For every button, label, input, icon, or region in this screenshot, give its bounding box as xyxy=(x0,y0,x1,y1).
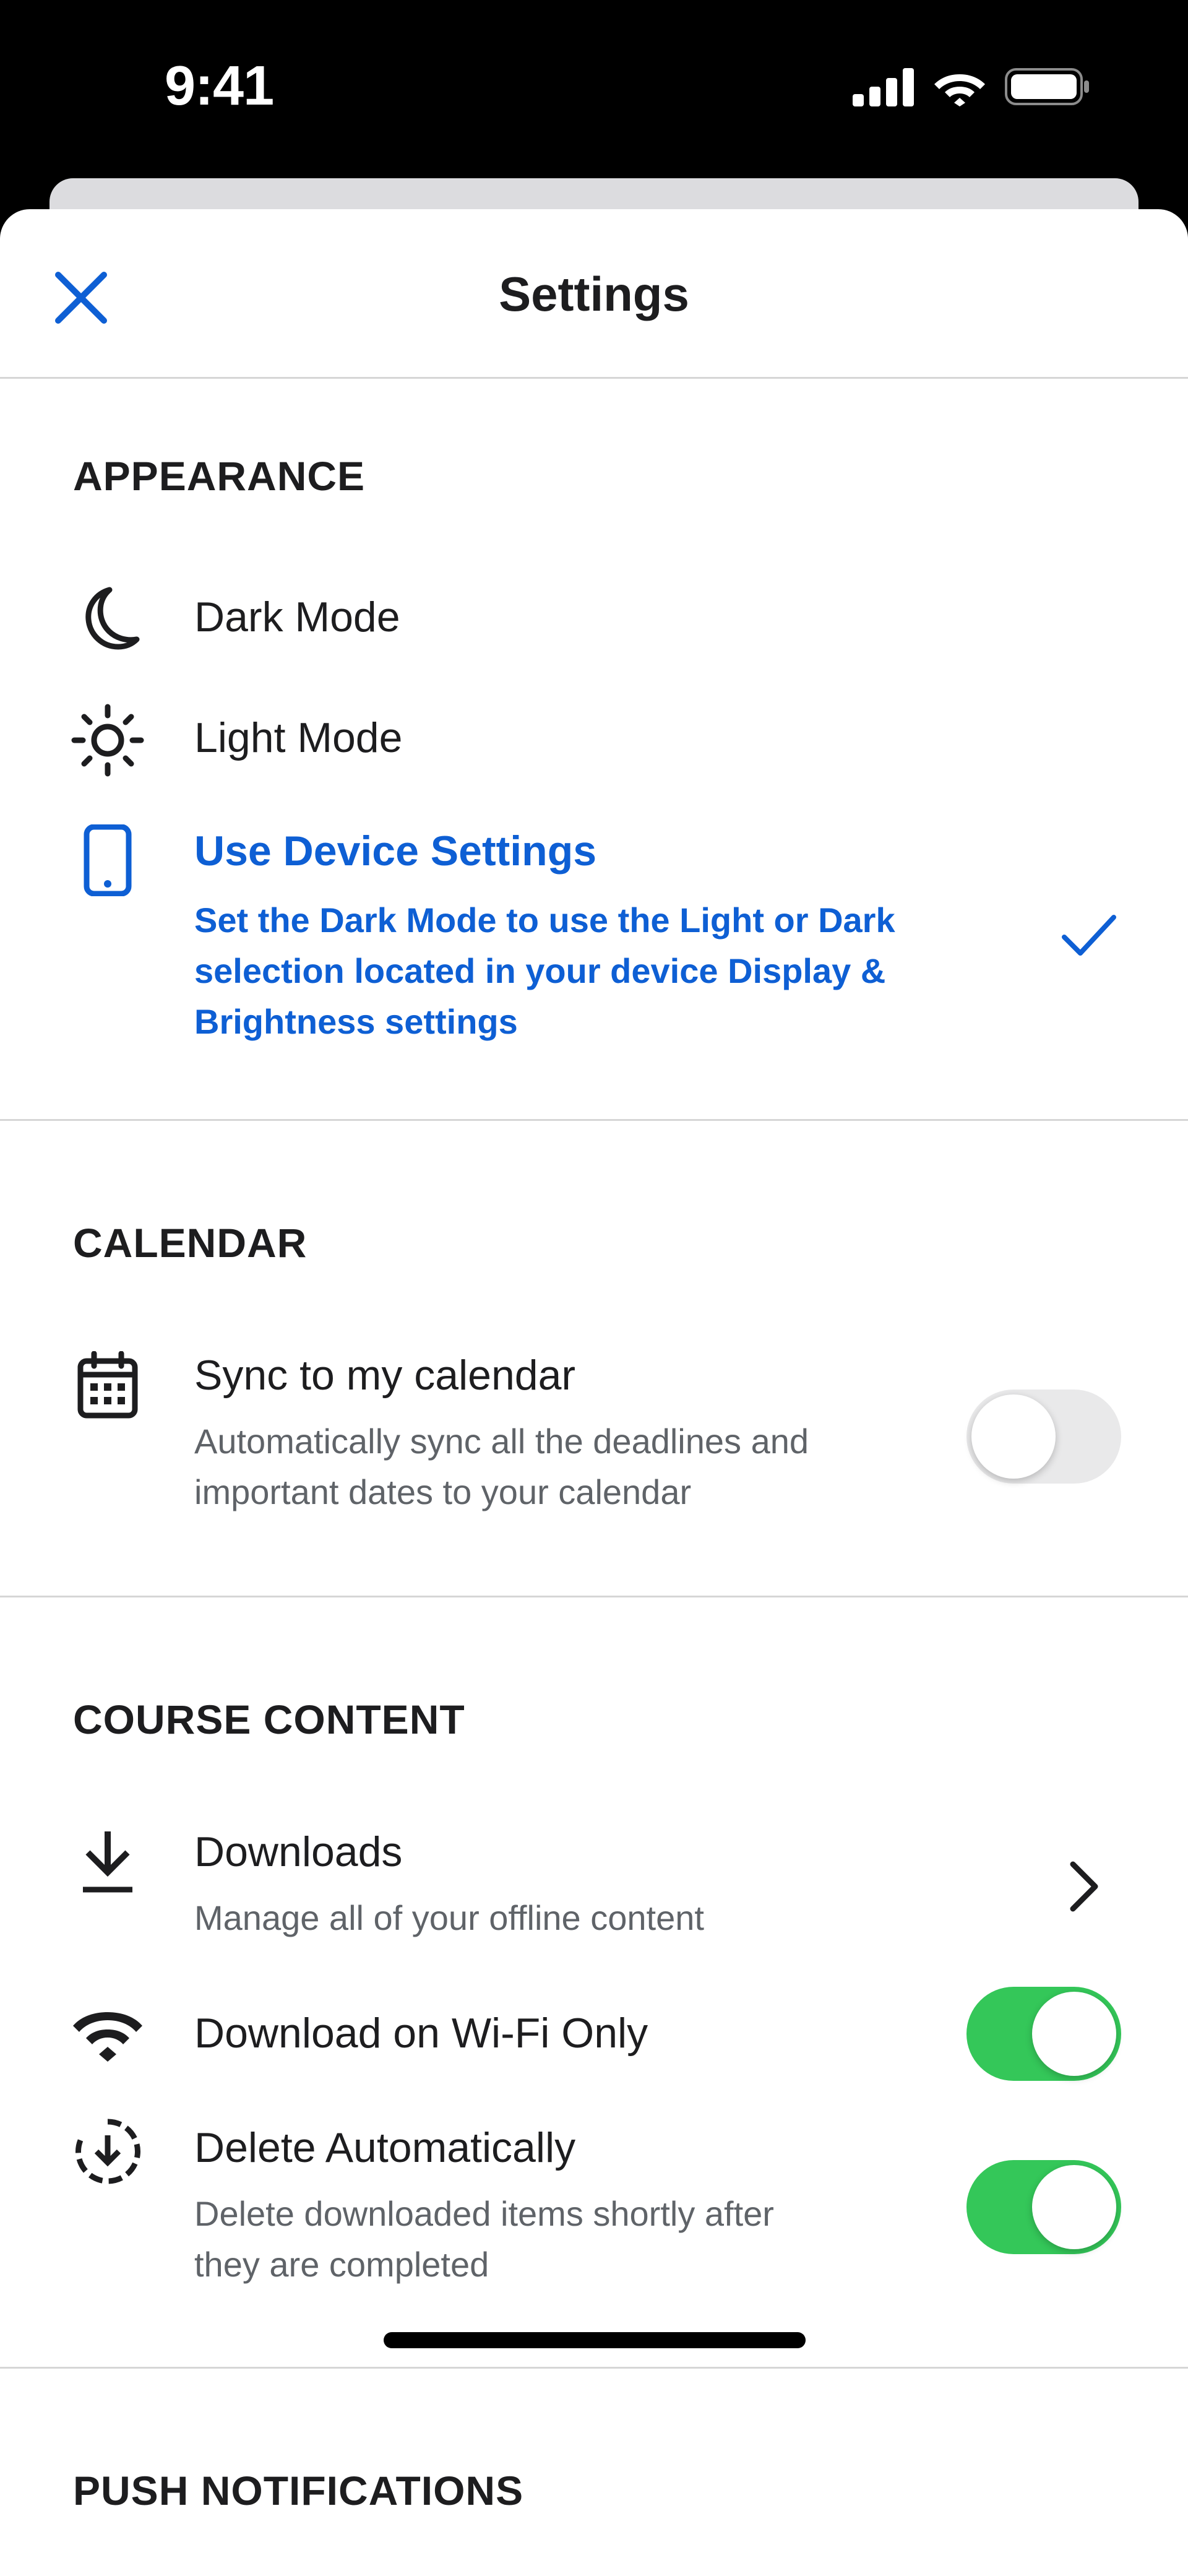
calendar-icon xyxy=(69,1347,146,1424)
status-icons xyxy=(853,65,1090,108)
navigation-bar: Settings xyxy=(0,209,1188,379)
chevron-right-icon xyxy=(1070,1861,1098,1912)
section-heading-push-notifications: PUSH NOTIFICATIONS xyxy=(73,2468,524,2513)
setting-description-delete-automatically: Delete downloaded items shortly after th… xyxy=(194,2189,906,2290)
wifi-icon xyxy=(69,1995,146,2072)
sync-calendar-toggle[interactable] xyxy=(966,1390,1121,1484)
description-line: they are completed xyxy=(194,2245,489,2284)
setting-description-sync-calendar: Automatically sync all the deadlines and… xyxy=(194,1416,906,1518)
page-title: Settings xyxy=(499,267,689,321)
battery-icon xyxy=(1005,68,1089,105)
delete-automatically-toggle[interactable] xyxy=(966,2160,1121,2254)
download-timer-icon xyxy=(69,2113,146,2190)
setting-label-sync-calendar: Sync to my calendar xyxy=(194,1352,576,1399)
description-line: Delete downloaded items shortly after xyxy=(194,2194,774,2233)
description-line: important dates to your calendar xyxy=(194,1472,692,1511)
status-time: 9:41 xyxy=(165,55,274,117)
toggle-knob xyxy=(1032,1992,1116,2076)
option-label-use-device-settings: Use Device Settings xyxy=(194,828,597,875)
moon-icon xyxy=(69,581,146,657)
setting-label-downloads: Downloads xyxy=(194,1828,403,1875)
home-indicator[interactable] xyxy=(384,2332,806,2348)
description-line: Set the Dark Mode to use the Light or Da… xyxy=(194,901,895,940)
option-label-dark-mode: Dark Mode xyxy=(194,594,400,641)
setting-label-delete-automatically: Delete Automatically xyxy=(194,2124,576,2171)
settings-sheet: Settings APPEARANCE Dark Mode Light Mode… xyxy=(0,209,1188,2576)
section-heading-calendar: CALENDAR xyxy=(73,1220,308,1266)
section-heading-course-content: COURSE CONTENT xyxy=(73,1696,465,1742)
description-line: selection located in your device Display… xyxy=(194,951,886,990)
settings-screen: 9:41 Settings APPEARANCE Dark Mode Light… xyxy=(0,0,1188,2576)
status-bar: 9:41 xyxy=(0,0,1188,178)
sun-icon xyxy=(69,702,146,779)
checkmark-icon xyxy=(1062,915,1116,956)
section-divider xyxy=(0,1596,1188,1597)
wifi-only-toggle[interactable] xyxy=(966,1987,1121,2081)
section-heading-appearance: APPEARANCE xyxy=(73,453,366,499)
section-divider xyxy=(0,2367,1188,2369)
setting-description-downloads: Manage all of your offline content xyxy=(194,1898,704,1937)
description-line: Automatically sync all the deadlines and xyxy=(194,1422,809,1461)
setting-label-wifi-only: Download on Wi-Fi Only xyxy=(194,2010,648,2057)
phone-icon xyxy=(69,822,146,899)
option-description-device-settings: Set the Dark Mode to use the Light or Da… xyxy=(194,895,906,1047)
toggle-knob xyxy=(1032,2165,1116,2249)
option-label-light-mode: Light Mode xyxy=(194,714,403,761)
description-line: Brightness settings xyxy=(194,1002,518,1041)
wifi-status-icon xyxy=(934,74,985,106)
toggle-knob xyxy=(971,1394,1056,1479)
download-icon xyxy=(69,1823,146,1900)
section-divider xyxy=(0,1119,1188,1121)
cellular-signal-icon xyxy=(853,68,914,106)
